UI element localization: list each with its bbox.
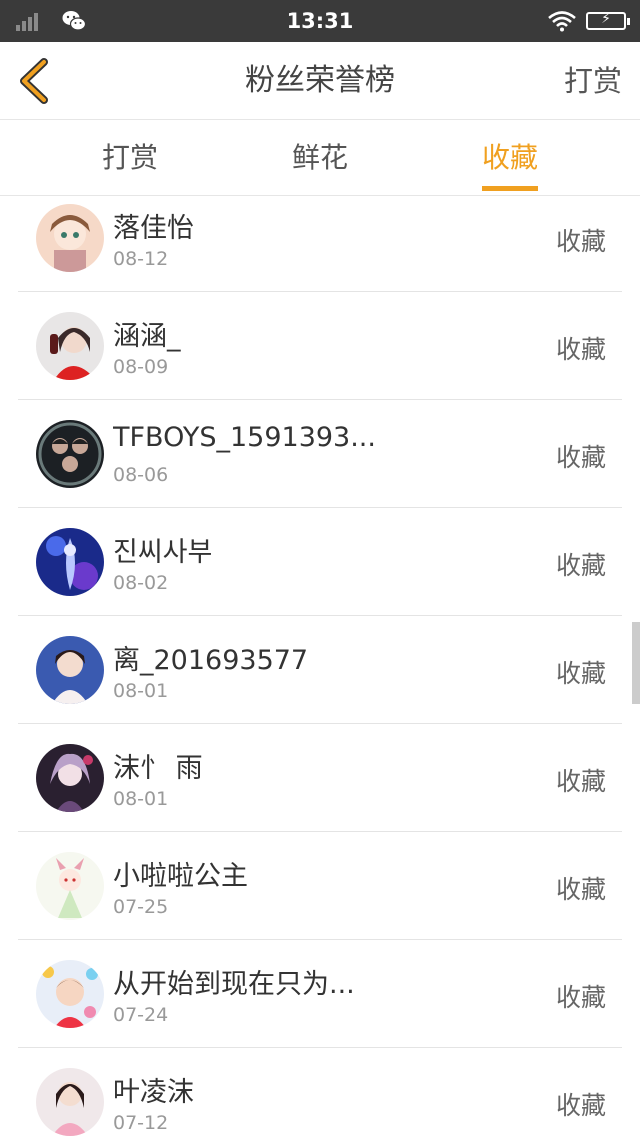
- action-label: 收藏: [555, 659, 606, 688]
- item-date: 08-06: [113, 464, 169, 486]
- action-label: 收藏: [555, 551, 606, 580]
- tab-label: 打赏: [101, 141, 158, 174]
- avatar[interactable]: [36, 636, 104, 704]
- action-label: 收藏: [555, 983, 606, 1012]
- user-name: 小啦啦公主: [113, 861, 248, 892]
- item-date: 07-12: [113, 1112, 169, 1134]
- wifi-icon: [548, 11, 576, 32]
- action-label: 收藏: [555, 443, 606, 472]
- list-item[interactable]: 小啦啦公主 07-25 收藏: [18, 832, 622, 940]
- active-tab-indicator: [482, 186, 538, 191]
- item-date: 08-12: [113, 248, 169, 270]
- list-item[interactable]: 涵涵_ 08-09 收藏: [18, 292, 622, 400]
- avatar[interactable]: [36, 204, 104, 272]
- item-date: 07-24: [113, 1004, 169, 1026]
- tab-label: 鲜花: [291, 141, 348, 174]
- avatar[interactable]: [36, 420, 104, 488]
- action-label: 收藏: [555, 767, 606, 796]
- item-date: 07-25: [113, 896, 169, 918]
- action-label: 收藏: [555, 335, 606, 364]
- battery-charging-icon: ⚡: [586, 11, 630, 30]
- user-name: 离_201693577: [113, 645, 309, 676]
- list-item[interactable]: 진씨사부 08-02 收藏: [18, 508, 622, 616]
- page-title: 粉丝荣誉榜: [245, 63, 395, 98]
- user-name: 从开始到现在只为...: [113, 969, 355, 1000]
- user-name: 落佳怡: [113, 213, 194, 244]
- user-name: 진씨사부: [113, 537, 213, 568]
- tab-reward[interactable]: 打赏: [80, 121, 180, 196]
- list-item[interactable]: 沫忄 雨 08-01 收藏: [18, 724, 622, 832]
- list-item[interactable]: TFBOYS_1591393... 08-06 收藏: [18, 400, 622, 508]
- item-date: 08-09: [113, 356, 169, 378]
- item-date: 08-01: [113, 788, 169, 810]
- item-date: 08-02: [113, 572, 169, 594]
- action-label: 收藏: [555, 1091, 606, 1120]
- user-name: 沫忄 雨: [113, 753, 203, 784]
- tab-flowers[interactable]: 鲜花: [270, 121, 370, 196]
- action-label: 收藏: [555, 227, 606, 256]
- user-name: 涵涵_: [113, 321, 181, 352]
- reward-button[interactable]: 打赏: [564, 42, 622, 120]
- user-name: TFBOYS_1591393...: [113, 422, 376, 453]
- tab-label: 收藏: [481, 141, 538, 174]
- status-bar: 13:31 ⚡: [0, 0, 640, 42]
- avatar[interactable]: [36, 528, 104, 596]
- user-name: 叶凌沫: [113, 1077, 194, 1108]
- action-label: 收藏: [555, 875, 606, 904]
- tab-bar: 打赏 鲜花 收藏: [0, 121, 640, 196]
- avatar[interactable]: [36, 852, 104, 920]
- item-date: 08-01: [113, 680, 169, 702]
- avatar[interactable]: [36, 744, 104, 812]
- tab-favorites[interactable]: 收藏: [460, 121, 560, 196]
- avatar[interactable]: [36, 1068, 104, 1136]
- list-item[interactable]: 离_201693577 08-01 收藏: [18, 616, 622, 724]
- scrollbar[interactable]: [632, 622, 640, 704]
- list-item[interactable]: 叶凌沫 07-12 收藏: [18, 1048, 622, 1138]
- list-item[interactable]: 从开始到现在只为... 07-24 收藏: [18, 940, 622, 1048]
- avatar[interactable]: [36, 312, 104, 380]
- list-item[interactable]: 落佳怡 08-12 收藏: [18, 197, 622, 292]
- avatar[interactable]: [36, 960, 104, 1028]
- fan-list[interactable]: 落佳怡 08-12 收藏 涵涵_ 08-09 收藏 TFBOYS_1591393…: [0, 197, 640, 1138]
- top-app-bar: 粉丝荣誉榜 打赏: [0, 42, 640, 120]
- status-time: 13:31: [286, 9, 354, 33]
